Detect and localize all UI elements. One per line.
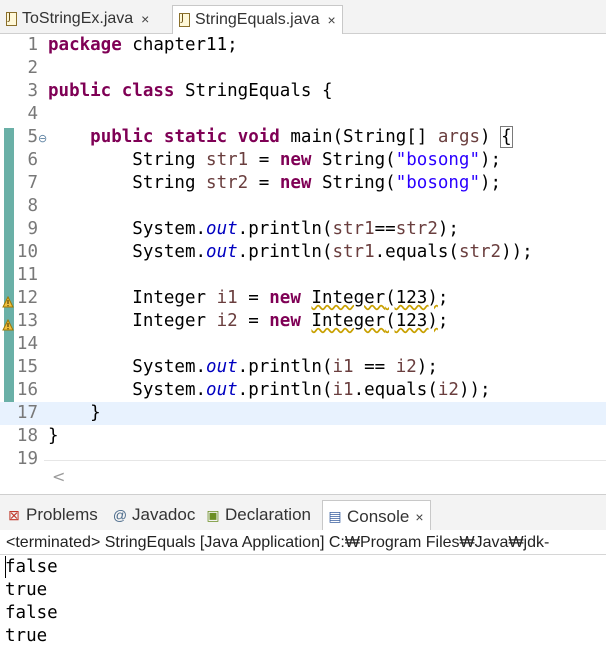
line-number: 16 <box>16 380 38 400</box>
line-number: 11 <box>16 265 38 285</box>
code-line[interactable]: 2 <box>0 57 606 80</box>
code-line[interactable]: 12 Integer i1 = new Integer(123); <box>0 287 606 310</box>
code-line[interactable]: 16 System.out.println(i1.equals(i2)); <box>0 379 606 402</box>
console-icon: ▤ <box>328 508 342 524</box>
line-number: 12 <box>16 288 38 308</box>
tab-label: Problems <box>26 505 98 524</box>
console-line: false <box>5 557 58 577</box>
line-number: 1 <box>27 35 38 55</box>
java-file-icon <box>6 12 17 26</box>
tab-stringequals[interactable]: StringEquals.java × <box>172 5 343 34</box>
code-text: public class StringEquals { <box>48 81 333 101</box>
code-line[interactable]: 11 <box>0 264 606 287</box>
tab-label: Javadoc <box>132 505 196 524</box>
code-text: Integer i1 = new Integer(123); <box>48 288 449 308</box>
line-number: 15 <box>16 357 38 377</box>
line-number: 18 <box>16 426 38 446</box>
line-number: 6 <box>27 150 38 170</box>
code-line[interactable]: 13 Integer i2 = new Integer(123); <box>0 310 606 333</box>
line-number: 19 <box>16 449 38 469</box>
code-line[interactable]: 6 String str1 = new String("bosong"); <box>0 149 606 172</box>
fold-collapse-icon[interactable]: ⊖ <box>38 127 47 150</box>
declaration-icon: ▣ <box>206 506 220 523</box>
tab-problems[interactable]: ⊠ Problems <box>2 501 98 529</box>
close-icon[interactable]: × <box>415 509 423 525</box>
code-line[interactable]: 7 String str2 = new String("bosong"); <box>0 172 606 195</box>
tab-label: Console <box>347 506 410 526</box>
console-status: <terminated> StringEquals [Java Applicat… <box>0 530 606 555</box>
line-number: 4 <box>27 104 38 124</box>
code-text: System.out.println(str1.equals(str2)); <box>48 242 533 262</box>
line-number: 2 <box>27 58 38 78</box>
code-text: String str2 = new String("bosong"); <box>48 173 502 193</box>
code-editor[interactable]: 1 package chapter11; 2 3 public class String… <box>0 34 606 469</box>
code-line[interactable]: 1 package chapter11; <box>0 34 606 57</box>
panel-tab-bar: ⊠ Problems @ Javadoc ▣ Declaration ▤ Con… <box>0 494 606 532</box>
code-text: String str1 = new String("bosong"); <box>48 150 502 170</box>
tab-javadoc[interactable]: @ Javadoc <box>108 501 195 529</box>
warning-icon[interactable] <box>2 315 14 331</box>
close-icon[interactable]: × <box>141 11 149 27</box>
tab-label: ToStringEx.java <box>22 10 134 27</box>
code-text: System.out.println(i1.equals(i2)); <box>48 380 491 400</box>
problems-icon: ⊠ <box>8 506 20 523</box>
code-line[interactable]: 14 <box>0 333 606 356</box>
code-line[interactable]: 18} <box>0 425 606 448</box>
code-text: public static void main(String[] args) { <box>90 126 513 148</box>
close-icon[interactable]: × <box>328 12 336 28</box>
line-number: 17 <box>16 403 38 423</box>
code-text: Integer i2 = new Integer(123); <box>48 311 449 331</box>
console-line: true <box>5 626 48 646</box>
warning-icon[interactable] <box>2 292 14 308</box>
console-line: false <box>5 603 58 623</box>
line-number: 10 <box>16 242 38 262</box>
code-line[interactable]: 15 System.out.println(i1 == i2); <box>0 356 606 379</box>
line-number: 9 <box>27 219 38 239</box>
scroll-left-icon[interactable]: < <box>52 467 65 486</box>
code-line[interactable]: 4 <box>0 103 606 126</box>
code-line[interactable]: 3 public class StringEquals { <box>0 80 606 103</box>
javadoc-icon: @ <box>112 507 128 523</box>
code-text: } <box>48 426 59 446</box>
code-line[interactable]: 5 ⊖ public static void main(String[] args… <box>0 126 606 149</box>
code-text: System.out.println(i1 == i2); <box>48 357 438 377</box>
editor-tab-bar: ToStringEx.java × StringEquals.java × <box>0 0 606 34</box>
line-number: 7 <box>27 173 38 193</box>
tab-declaration[interactable]: ▣ Declaration <box>201 501 311 529</box>
console-output[interactable]: false true false true <box>0 556 606 661</box>
line-number: 8 <box>27 196 38 216</box>
line-number: 5 <box>27 127 38 147</box>
line-number: 3 <box>27 81 38 101</box>
java-file-icon <box>179 13 190 27</box>
code-text: System.out.println(str1==str2); <box>48 219 459 239</box>
console-line: true <box>5 580 48 600</box>
line-number: 13 <box>16 311 38 331</box>
horizontal-scrollbar[interactable]: < <box>44 460 606 493</box>
code-line[interactable]: 10 System.out.println(str1.equals(str2))… <box>0 241 606 264</box>
code-text: package chapter11; <box>48 35 238 55</box>
tab-label: Declaration <box>225 505 311 524</box>
code-text: } <box>48 403 101 423</box>
line-number: 14 <box>16 334 38 354</box>
code-line[interactable]: 9 System.out.println(str1==str2); <box>0 218 606 241</box>
code-line[interactable]: 17 } <box>0 402 606 425</box>
tab-tostringex[interactable]: ToStringEx.java × <box>0 6 155 32</box>
code-line[interactable]: 8 <box>0 195 606 218</box>
tab-console[interactable]: ▤ Console × <box>322 500 431 532</box>
tab-label: StringEquals.java <box>195 11 320 28</box>
